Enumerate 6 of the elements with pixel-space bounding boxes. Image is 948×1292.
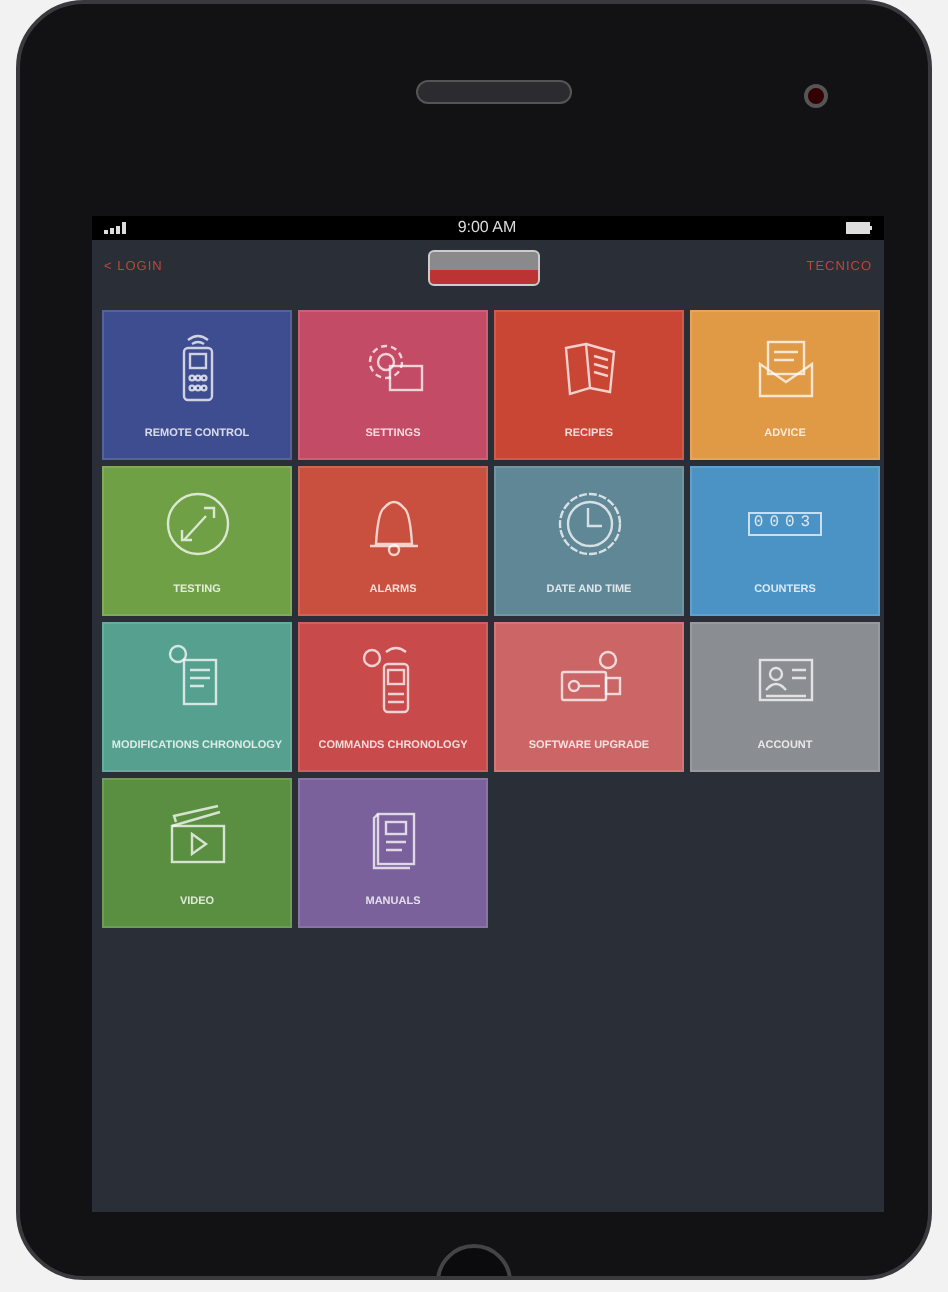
signal-icon [104,222,128,234]
logo-placeholder [428,250,541,286]
counter-display: 0003 [747,512,823,537]
status-time: 9:00 AM [457,216,517,240]
battery-icon [845,222,872,234]
camera-icon [804,84,828,108]
